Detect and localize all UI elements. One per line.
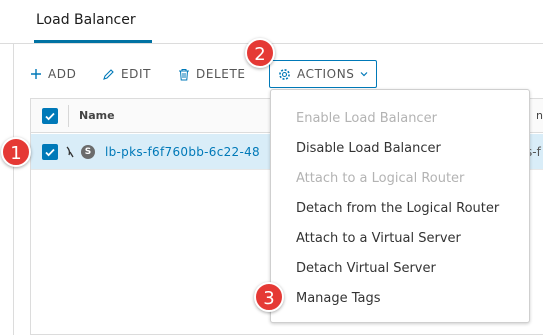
status-indicator-icon <box>66 146 74 158</box>
tab-load-balancer[interactable]: Load Balancer <box>34 0 138 44</box>
column-header-truncated[interactable]: nm <box>536 99 543 133</box>
tab-bar: Load Balancer <box>0 0 543 44</box>
select-all-checkbox[interactable] <box>42 108 58 124</box>
menu-item-disable-load-balancer[interactable]: Disable Load Balancer <box>271 134 529 164</box>
status-badge: S <box>81 145 95 159</box>
plus-icon <box>31 69 41 79</box>
actions-button[interactable]: ACTIONS <box>269 60 377 88</box>
menu-item-detach-logical-router[interactable]: Detach from the Logical Router <box>271 194 529 224</box>
add-button-label: ADD <box>48 67 77 81</box>
callout-3: 3 <box>254 282 284 312</box>
active-tab-indicator <box>34 40 152 43</box>
checkmark-icon <box>45 148 55 157</box>
menu-item-attach-logical-router: Attach to a Logical Router <box>296 171 465 186</box>
menu-item-attach-virtual-server[interactable]: Attach to a Virtual Server <box>271 224 529 254</box>
chevron-down-icon <box>360 72 367 77</box>
row-checkbox[interactable] <box>42 144 58 160</box>
menu-item-enable-load-balancer: Enable Load Balancer <box>296 111 437 126</box>
trash-icon <box>179 68 189 80</box>
column-divider <box>68 105 69 127</box>
pencil-icon <box>103 68 114 80</box>
content-divider <box>13 44 14 335</box>
actions-button-label: ACTIONS <box>297 67 355 81</box>
callout-1: 1 <box>1 137 31 167</box>
callout-2: 2 <box>245 38 275 68</box>
row-name-link[interactable]: lb-pks-f6f760bb-6c22-48 <box>105 134 260 170</box>
menu-item-detach-virtual-server[interactable]: Detach Virtual Server <box>271 254 529 284</box>
add-button[interactable]: ADD <box>30 60 77 88</box>
delete-button[interactable]: DELETE <box>178 60 246 88</box>
delete-button-label: DELETE <box>196 67 246 81</box>
column-header-name[interactable]: Name <box>79 99 115 133</box>
menu-item-manage-tags[interactable]: Manage Tags <box>271 284 529 314</box>
edit-button[interactable]: EDIT <box>102 60 151 88</box>
checkmark-icon <box>45 112 55 121</box>
actions-dropdown-menu: Enable Load Balancer Disable Load Balanc… <box>270 89 530 323</box>
gear-icon <box>279 68 290 80</box>
edit-button-label: EDIT <box>121 67 152 81</box>
